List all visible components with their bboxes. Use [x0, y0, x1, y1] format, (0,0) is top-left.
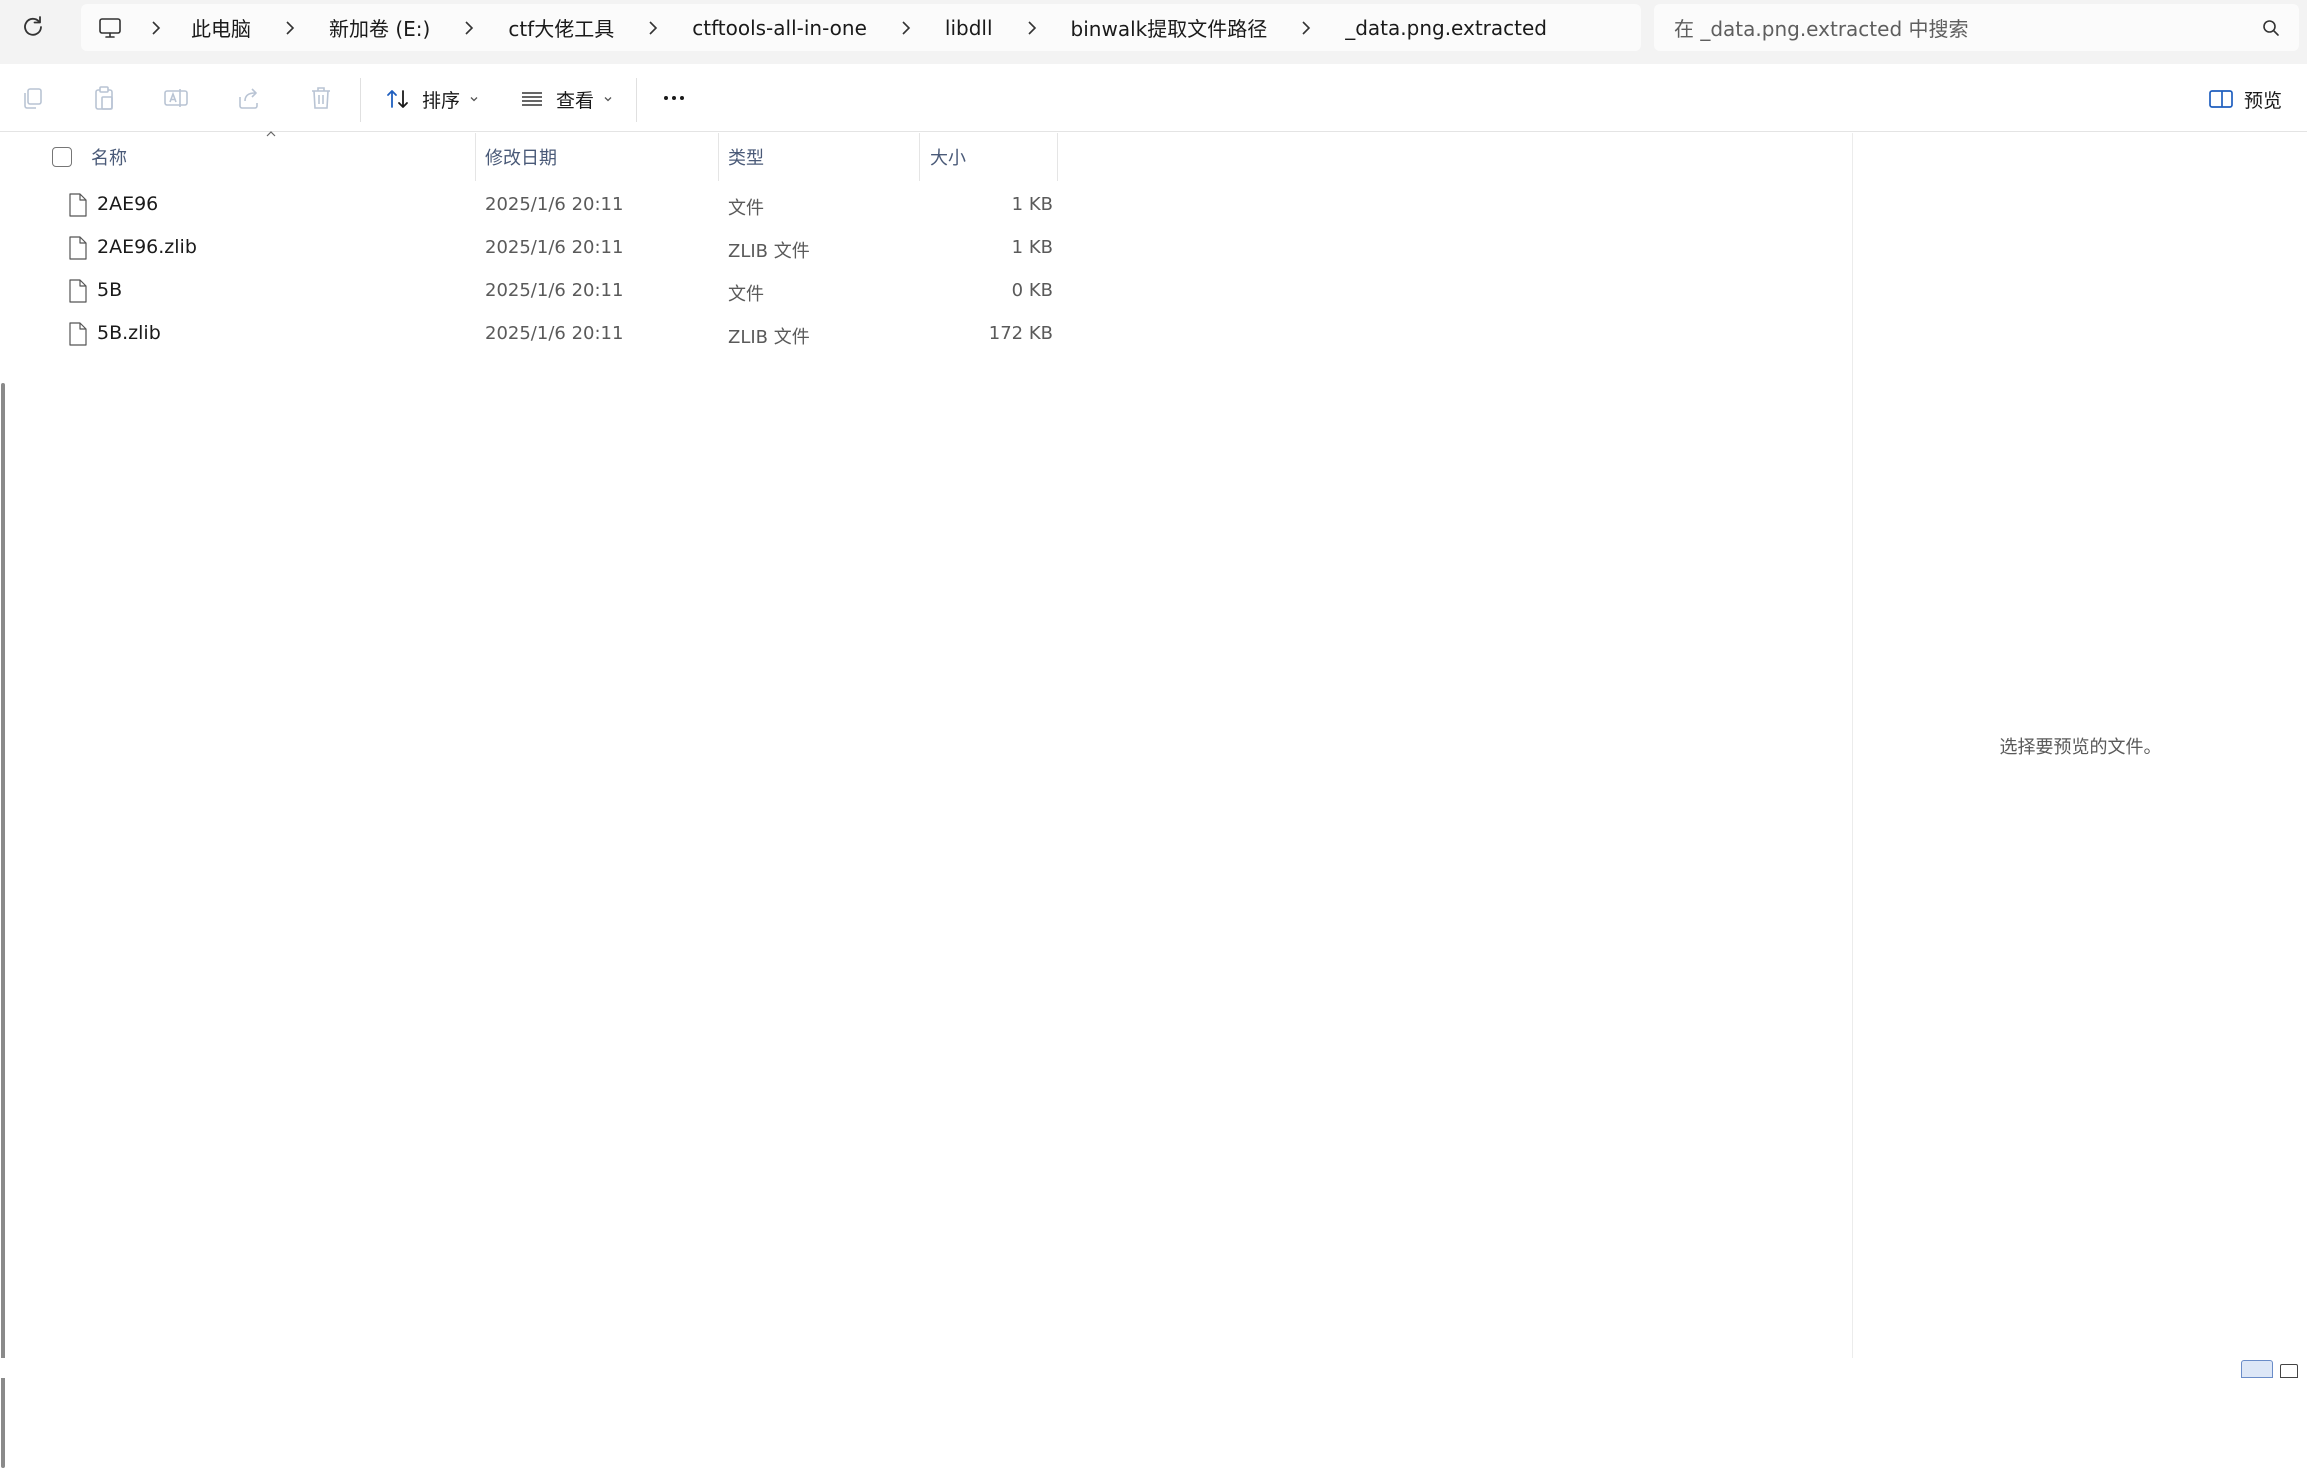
column-divider[interactable] — [1057, 133, 1058, 181]
more-icon[interactable] — [660, 84, 688, 112]
toolbar-divider — [360, 78, 361, 122]
preview-pane: 选择要预览的文件。 — [1852, 133, 2307, 1358]
sort-icon — [387, 90, 408, 108]
column-header-type[interactable]: 类型 — [728, 133, 764, 181]
file-modified: 2025/1/6 20:11 — [485, 194, 624, 215]
breadcrumb-item[interactable]: 此电脑 — [191, 13, 251, 42]
view-label: 查看 — [556, 89, 595, 112]
breadcrumb-item[interactable]: libdll — [945, 16, 993, 40]
chevron-right-icon[interactable] — [460, 19, 478, 37]
chevron-right-icon[interactable] — [147, 19, 165, 37]
file-list: 名称 修改日期 类型 大小 2AE96 2025/1/6 20:11 文件 1 … — [8, 131, 1852, 1358]
column-header-name[interactable]: 名称 — [91, 133, 127, 181]
select-all-checkbox[interactable] — [52, 147, 72, 167]
column-divider[interactable] — [475, 133, 476, 181]
status-bar — [0, 1358, 2307, 1378]
chevron-right-icon[interactable] — [897, 19, 915, 37]
file-size: 0 KB — [1011, 280, 1053, 301]
chevron-right-icon[interactable] — [281, 19, 299, 37]
file-type: ZLIB 文件 — [728, 241, 810, 262]
file-size: 172 KB — [988, 323, 1053, 344]
preview-empty-message: 选择要预览的文件。 — [1999, 737, 2162, 758]
file-size: 1 KB — [1011, 237, 1053, 258]
file-modified: 2025/1/6 20:11 — [485, 323, 624, 344]
file-row[interactable]: 2AE96.zlib 2025/1/6 20:11 ZLIB 文件 1 KB — [8, 226, 1108, 269]
search-input[interactable]: 在 _data.png.extracted 中搜索 — [1654, 4, 2299, 51]
breadcrumb[interactable]: 此电脑 新加卷 (E:) ctf大佬工具 ctftools-all-in-one… — [81, 4, 1641, 51]
file-icon — [69, 279, 87, 303]
file-row[interactable]: 5B.zlib 2025/1/6 20:11 ZLIB 文件 172 KB — [8, 312, 1108, 355]
computer-icon[interactable] — [97, 15, 123, 41]
file-name[interactable]: 5B — [97, 279, 122, 301]
chevron-down-icon — [470, 97, 478, 102]
breadcrumb-item[interactable]: ctftools-all-in-one — [692, 16, 867, 40]
column-divider[interactable] — [919, 133, 920, 181]
view-icon — [522, 92, 542, 106]
breadcrumb-item-current[interactable]: _data.png.extracted — [1345, 16, 1547, 40]
command-bar: 排序 查看 预览 — [0, 64, 2307, 132]
file-icon — [69, 236, 87, 260]
address-bar-row: 此电脑 新加卷 (E:) ctf大佬工具 ctftools-all-in-one… — [0, 0, 2307, 64]
copy-icon[interactable] — [19, 84, 47, 112]
file-name[interactable]: 5B.zlib — [97, 322, 161, 344]
view-button[interactable]: 查看 — [518, 82, 614, 116]
search-placeholder: 在 _data.png.extracted 中搜索 — [1674, 17, 1969, 41]
file-modified: 2025/1/6 20:11 — [485, 237, 624, 258]
refresh-icon[interactable] — [18, 12, 48, 42]
file-name[interactable]: 2AE96 — [97, 193, 158, 215]
details-view-toggle[interactable] — [2241, 1360, 2273, 1378]
preview-button[interactable]: 预览 — [2208, 82, 2282, 116]
file-row[interactable]: 5B 2025/1/6 20:11 文件 0 KB — [8, 269, 1108, 312]
breadcrumb-item[interactable]: 新加卷 (E:) — [329, 13, 430, 42]
file-name[interactable]: 2AE96.zlib — [97, 236, 197, 258]
preview-pane-icon — [2209, 90, 2233, 108]
chevron-right-icon[interactable] — [1297, 19, 1315, 37]
column-header-row: 名称 修改日期 类型 大小 — [8, 131, 1108, 181]
sort-label: 排序 — [422, 89, 461, 112]
chevron-right-icon[interactable] — [1023, 19, 1041, 37]
share-icon[interactable] — [235, 84, 263, 112]
file-modified: 2025/1/6 20:11 — [485, 280, 624, 301]
file-type: 文件 — [728, 198, 764, 219]
file-row[interactable]: 2AE96 2025/1/6 20:11 文件 1 KB — [8, 183, 1108, 226]
preview-label: 预览 — [2244, 89, 2283, 112]
breadcrumb-item[interactable]: binwalk提取文件路径 — [1071, 13, 1268, 42]
paste-icon[interactable] — [90, 84, 118, 112]
file-icon — [69, 193, 87, 217]
sort-button[interactable]: 排序 — [384, 82, 480, 116]
file-icon — [69, 322, 87, 346]
scrollbar-thumb[interactable] — [1, 383, 5, 1468]
chevron-down-icon — [604, 97, 612, 102]
file-type: 文件 — [728, 284, 764, 305]
chevron-right-icon[interactable] — [644, 19, 662, 37]
column-divider[interactable] — [718, 133, 719, 181]
search-icon[interactable] — [2261, 18, 2281, 38]
toolbar-divider — [636, 78, 637, 122]
rename-icon[interactable] — [162, 84, 190, 112]
file-type: ZLIB 文件 — [728, 327, 810, 348]
column-header-modified[interactable]: 修改日期 — [485, 133, 557, 181]
breadcrumb-item[interactable]: ctf大佬工具 — [508, 13, 614, 42]
sort-ascending-icon — [266, 131, 276, 137]
delete-icon[interactable] — [307, 84, 335, 112]
file-size: 1 KB — [1011, 194, 1053, 215]
column-header-size[interactable]: 大小 — [930, 133, 966, 181]
vertical-scrollbar[interactable] — [0, 133, 8, 1468]
tiles-view-toggle[interactable] — [2280, 1364, 2298, 1378]
